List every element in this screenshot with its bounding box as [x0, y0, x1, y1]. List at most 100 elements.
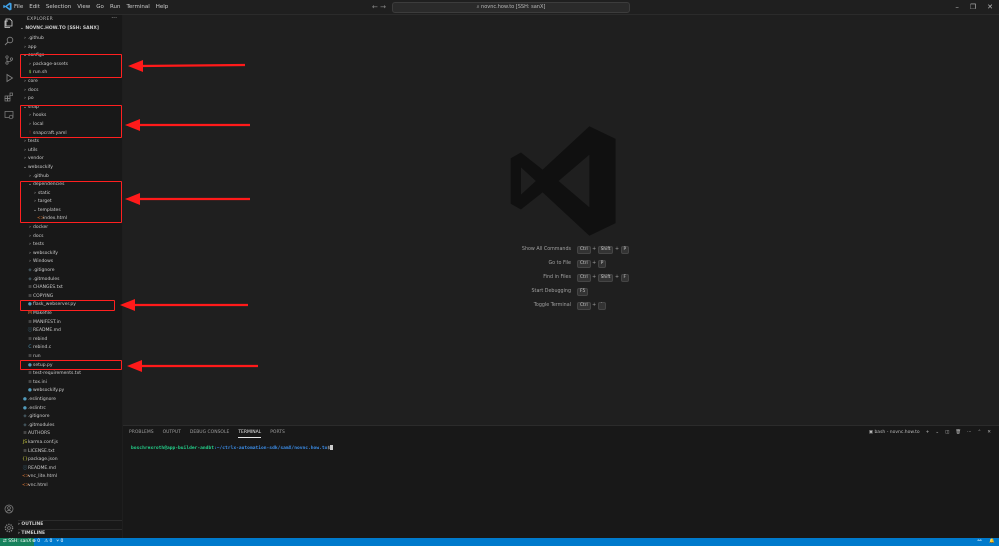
outline-section[interactable]: › OUTLINE [18, 520, 122, 529]
errors-count[interactable]: ⊗ 0 [32, 538, 40, 546]
shortcut-row[interactable]: Toggle Terminal Ctrl + ` [473, 299, 673, 313]
folder-item[interactable]: › core [18, 78, 122, 87]
file-item[interactable]: ≡rebind [18, 336, 122, 345]
remote-explorer-icon[interactable] [4, 110, 14, 120]
folder-item[interactable]: › po [18, 95, 122, 104]
close-button[interactable]: ✕ [987, 0, 993, 14]
folder-item[interactable]: › tests [18, 241, 122, 250]
folder-item[interactable]: › vendor [18, 155, 122, 164]
file-item[interactable]: ●websockify.py [18, 387, 122, 396]
file-item[interactable]: JSkarma.conf.js [18, 439, 122, 448]
folder-item[interactable]: › websockify [18, 250, 122, 259]
source-control-icon[interactable] [4, 55, 14, 65]
more-actions-icon[interactable]: ··· [111, 15, 117, 22]
file-item[interactable]: Crebind.c [18, 344, 122, 353]
shortcut-label: Find in Files [543, 275, 571, 280]
tab-problems[interactable]: PROBLEMS [129, 429, 154, 438]
minimize-button[interactable]: – [955, 0, 959, 14]
terminal-prompt[interactable]: boschrexroth@app-builder-andbt:~/ctrlx-a… [131, 445, 334, 451]
file-item[interactable]: ≡CHANGES.txt [18, 284, 122, 293]
file-item[interactable]: MMakefile [18, 310, 122, 319]
file-item[interactable]: ◆.gitignore [18, 267, 122, 276]
file-item[interactable]: ◆.gitignore [18, 413, 122, 422]
new-terminal-icon[interactable]: + [926, 429, 930, 437]
terminal-name: bash - novnc.how.to [874, 430, 920, 435]
tab-debug-console[interactable]: DEBUG CONSOLE [190, 429, 229, 438]
terminal-dropdown-icon[interactable]: ⌄ [935, 429, 939, 437]
remote-indicator[interactable]: ⇄ SSH: sanX [0, 538, 35, 546]
kill-terminal-icon[interactable]: 🗑 [955, 429, 961, 437]
run-debug-icon[interactable] [4, 73, 14, 83]
menu-terminal[interactable]: Terminal [126, 0, 149, 14]
more-actions-icon[interactable]: ··· [967, 429, 971, 437]
shortcut-row[interactable]: Show All Commands Ctrl + Shift + P [473, 243, 673, 257]
terminal-instance[interactable]: ▣ bash - novnc.how.to [869, 429, 920, 437]
shortcut-row[interactable]: Find in Files Ctrl + Shift + F [473, 271, 673, 285]
prompt-user: boschrexroth@app-builder-andbt [131, 446, 214, 451]
extensions-icon[interactable] [4, 92, 14, 102]
folder-item[interactable]: › docs [18, 233, 122, 242]
shortcut-row[interactable]: Start Debugging F5 [473, 285, 673, 299]
menu-edit[interactable]: Edit [29, 0, 40, 14]
folder-item[interactable]: › .github [18, 35, 122, 44]
shortcut-row[interactable]: Go to File Ctrl + P [473, 257, 673, 271]
file-item[interactable]: ≡LICENSE.txt [18, 448, 122, 457]
menu-run[interactable]: Run [110, 0, 121, 14]
shortcut-keys: Ctrl + P [577, 257, 607, 271]
tree-item-label: COPYING [33, 293, 54, 299]
split-terminal-icon[interactable]: ◫ [945, 429, 949, 437]
tab-output[interactable]: OUTPUT [163, 429, 181, 438]
menu-help[interactable]: Help [156, 0, 169, 14]
file-item[interactable]: ≡MANIFEST.in [18, 319, 122, 328]
file-item[interactable]: ◆.gitmodules [18, 422, 122, 431]
folder-item[interactable]: › utils [18, 147, 122, 156]
file-item[interactable]: ⓘREADME.md [18, 327, 122, 336]
close-panel-icon[interactable]: ✕ [987, 429, 991, 437]
folder-item[interactable]: › Windows [18, 258, 122, 267]
accounts-icon[interactable]: ⚯ [978, 538, 982, 546]
folder-item[interactable]: › tests [18, 138, 122, 147]
tree-item-label: CHANGES.txt [33, 285, 63, 291]
file-item[interactable]: ⓘREADME.md [18, 465, 122, 474]
timeline-section[interactable]: › TIMELINE [18, 529, 122, 538]
file-item[interactable]: <>vnc_lite.html [18, 473, 122, 482]
shortcut-keys: F5 [577, 285, 589, 299]
notifications-bell-icon[interactable]: 🔔 [989, 538, 995, 546]
folder-item[interactable]: › docker [18, 224, 122, 233]
folder-item[interactable]: › docs [18, 87, 122, 96]
annotation-box-flask-webserver [20, 300, 115, 311]
workspace-root[interactable]: ⌄ NOVNC.HOW.TO [SSH: SANX] [20, 26, 99, 31]
settings-gear-icon[interactable] [4, 523, 14, 533]
folder-item[interactable]: › app [18, 44, 122, 53]
explorer-icon[interactable] [4, 18, 14, 28]
account-icon[interactable] [4, 504, 14, 514]
restore-button[interactable]: ❐ [970, 0, 976, 14]
file-item[interactable]: ≡AUTHORS [18, 430, 122, 439]
vscode-watermark-icon [510, 126, 616, 236]
file-item[interactable]: <>vnc.html [18, 482, 122, 491]
menu-go[interactable]: Go [96, 0, 104, 14]
warnings-count[interactable]: ⚠ 0 [44, 538, 52, 546]
folder-item[interactable]: › .github [18, 173, 122, 182]
file-item[interactable]: ●.eslintrc [18, 405, 122, 414]
back-arrow-icon[interactable]: ← [372, 3, 378, 11]
keycap: P [597, 260, 607, 268]
forward-arrow-icon[interactable]: → [380, 3, 386, 11]
ports-count[interactable]: ⑂ 0 [56, 538, 63, 546]
file-item[interactable]: ≡tox.ini [18, 379, 122, 388]
folder-item[interactable]: ⌄websockify [18, 164, 122, 173]
file-item[interactable]: ≡test-requirements.txt [18, 370, 122, 379]
menu-selection[interactable]: Selection [46, 0, 71, 14]
tab-ports[interactable]: PORTS [270, 429, 285, 438]
file-item[interactable]: {}package.json [18, 456, 122, 465]
menu-view[interactable]: View [77, 0, 90, 14]
maximize-panel-icon[interactable]: ⌃ [977, 429, 981, 437]
search-icon[interactable] [4, 36, 14, 46]
tree-item-label: .gitignore [33, 268, 55, 274]
tab-terminal[interactable]: TERMINAL [238, 429, 262, 438]
file-item[interactable]: ●.eslintignore [18, 396, 122, 405]
file-item[interactable]: ◆.gitmodules [18, 276, 122, 285]
menu-file[interactable]: File [14, 0, 23, 14]
tree-item-label: websockify [28, 164, 53, 170]
command-center-search[interactable]: ⌕ novnc.how.to [SSH: sanX] [392, 2, 630, 13]
